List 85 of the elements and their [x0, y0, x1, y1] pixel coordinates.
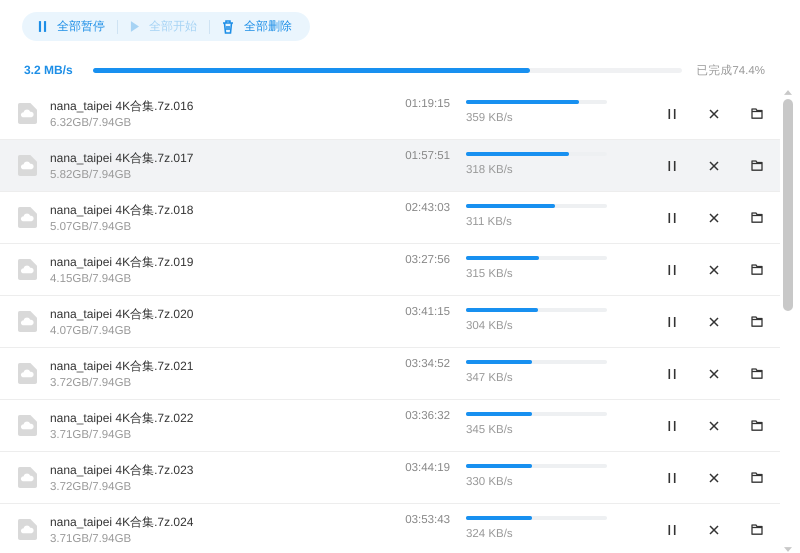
pause-icon[interactable]: [668, 420, 676, 430]
download-row[interactable]: nana_taipei 4K合集.7z.024 3.71GB/7.94GB 03:53:43 324 KB/s: [0, 504, 780, 553]
close-icon[interactable]: [709, 524, 719, 534]
pause-icon: [38, 21, 47, 32]
folder-icon[interactable]: [751, 524, 763, 535]
download-row[interactable]: nana_taipei 4K合集.7z.018 5.07GB/7.94GB 02:43:03 311 KB/s: [0, 192, 780, 244]
file-size: 5.82GB/7.94GB: [50, 169, 132, 181]
time-remaining: 03:27:56: [404, 254, 450, 266]
download-speed: 311 KB/s: [466, 216, 513, 228]
file-icon: [18, 207, 37, 228]
pause-icon[interactable]: [668, 524, 676, 534]
close-icon[interactable]: [709, 368, 719, 378]
time-remaining: 01:57:51: [404, 150, 450, 162]
time-remaining: 02:43:03: [404, 202, 450, 214]
folder-icon[interactable]: [751, 472, 763, 483]
close-icon[interactable]: [709, 212, 719, 222]
folder-icon[interactable]: [751, 420, 763, 431]
file-name: nana_taipei 4K合集.7z.023: [50, 462, 194, 479]
time-remaining: 03:36:32: [404, 410, 450, 422]
download-speed: 345 KB/s: [466, 424, 514, 436]
download-speed: 347 KB/s: [466, 372, 514, 384]
download-speed: 315 KB/s: [466, 268, 514, 280]
folder-icon[interactable]: [751, 368, 763, 379]
download-row[interactable]: nana_taipei 4K合集.7z.019 4.15GB/7.94GB 03:27:56 315 KB/s: [0, 244, 780, 296]
file-icon: [18, 519, 37, 540]
file-size: 3.72GB/7.94GB: [50, 481, 132, 493]
time-remaining: 03:34:52: [404, 358, 450, 370]
file-name: nana_taipei 4K合集.7z.018: [50, 202, 194, 219]
download-row[interactable]: nana_taipei 4K合集.7z.021 3.72GB/7.94GB 03:34:52 347 KB/s: [0, 348, 780, 400]
folder-icon[interactable]: [751, 316, 763, 327]
total-speed: 3.2 MB/s: [24, 63, 74, 77]
pause-icon[interactable]: [668, 264, 676, 274]
trash-icon: [222, 20, 234, 34]
pause-icon[interactable]: [668, 472, 676, 482]
file-name: nana_taipei 4K合集.7z.021: [50, 358, 194, 375]
file-size: 3.71GB/7.94GB: [50, 429, 132, 441]
download-speed: 324 KB/s: [466, 528, 514, 540]
file-icon: [18, 311, 37, 332]
file-name: nana_taipei 4K合集.7z.022: [50, 410, 194, 427]
file-size: 4.15GB/7.94GB: [50, 273, 132, 285]
time-remaining: 03:53:43: [404, 514, 450, 526]
pause-icon[interactable]: [668, 108, 676, 118]
folder-icon[interactable]: [751, 160, 763, 171]
file-size: 4.07GB/7.94GB: [50, 325, 132, 337]
file-size: 6.32GB/7.94GB: [50, 117, 132, 129]
file-name: nana_taipei 4K合集.7z.017: [50, 150, 194, 167]
download-row[interactable]: nana_taipei 4K合集.7z.020 4.07GB/7.94GB 03:41:15 304 KB/s: [0, 296, 780, 348]
download-row[interactable]: nana_taipei 4K合集.7z.022 3.71GB/7.94GB 03:36:32 345 KB/s: [0, 400, 780, 452]
file-name: nana_taipei 4K合集.7z.019: [50, 254, 194, 271]
file-name: nana_taipei 4K合集.7z.016: [50, 98, 194, 115]
file-size: 3.71GB/7.94GB: [50, 533, 132, 545]
completion-status: 已完成74.4%: [696, 63, 765, 78]
download-row[interactable]: nana_taipei 4K合集.7z.023 3.72GB/7.94GB 03:44:19 330 KB/s: [0, 452, 780, 504]
time-remaining: 03:44:19: [404, 462, 450, 474]
file-icon: [18, 467, 37, 488]
file-icon: [18, 155, 37, 176]
file-name: nana_taipei 4K合集.7z.024: [50, 514, 194, 531]
download-speed: 359 KB/s: [466, 112, 514, 124]
close-icon[interactable]: [709, 264, 719, 274]
file-icon: [18, 415, 37, 436]
play-icon: [130, 21, 139, 32]
close-icon[interactable]: [709, 316, 719, 326]
time-remaining: 01:19:15: [404, 98, 450, 110]
download-speed: 304 KB/s: [466, 320, 514, 332]
file-name: nana_taipei 4K合集.7z.020: [50, 306, 194, 323]
file-size: 5.07GB/7.94GB: [50, 221, 132, 233]
download-speed: 330 KB/s: [466, 476, 514, 488]
download-row[interactable]: nana_taipei 4K合集.7z.017 5.82GB/7.94GB 01:57:51 318 KB/s: [0, 140, 780, 192]
file-icon: [18, 363, 37, 384]
folder-icon[interactable]: [751, 264, 763, 275]
file-size: 3.72GB/7.94GB: [50, 377, 132, 389]
pause-icon[interactable]: [668, 316, 676, 326]
file-icon: [18, 103, 37, 124]
time-remaining: 03:41:15: [404, 306, 450, 318]
close-icon[interactable]: [709, 472, 719, 482]
close-icon[interactable]: [709, 420, 719, 430]
close-icon[interactable]: [709, 108, 719, 118]
pause-icon[interactable]: [668, 160, 676, 170]
folder-icon[interactable]: [751, 108, 763, 119]
download-speed: 318 KB/s: [466, 164, 514, 176]
pause-icon[interactable]: [668, 212, 676, 222]
folder-icon[interactable]: [751, 212, 763, 223]
file-icon: [18, 259, 37, 280]
pause-icon[interactable]: [668, 368, 676, 378]
close-icon[interactable]: [709, 160, 719, 170]
